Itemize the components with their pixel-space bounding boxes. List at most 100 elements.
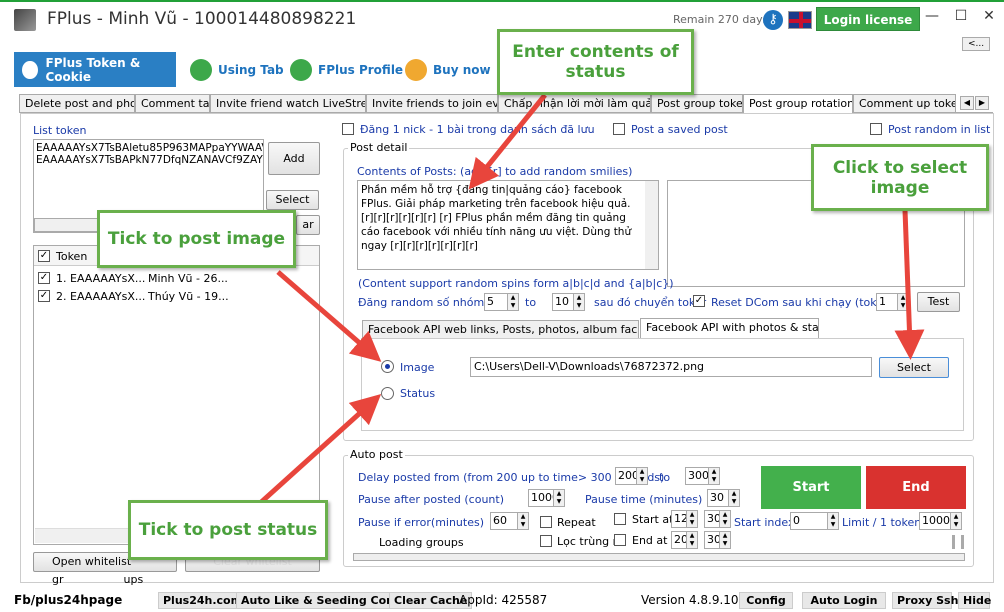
test-button[interactable]: Test: [917, 292, 960, 312]
end-minute-spin[interactable]: ▲ ▼: [719, 531, 731, 549]
pause-error-label: Pause if error(minutes): [358, 516, 485, 529]
row-token: 1. EAAAAAYsX...: [56, 272, 146, 285]
status-radio[interactable]: [381, 387, 394, 400]
hide-button[interactable]: Hide: [958, 592, 991, 609]
tab-api-web-links[interactable]: Facebook API web links, Posts, photos, a…: [362, 320, 639, 339]
start-index-input[interactable]: 0: [790, 512, 828, 530]
end-hour-input[interactable]: 20: [671, 531, 688, 549]
link-icon: [190, 58, 212, 81]
start-hour-spin[interactable]: ▲ ▼: [686, 510, 698, 528]
saved-post-checkbox[interactable]: [613, 123, 625, 135]
fb-page-link[interactable]: Fb/plus24hpage: [14, 593, 122, 607]
maximize-button[interactable]: ☐: [951, 8, 971, 24]
tab-post-group-token[interactable]: Post group token: [651, 94, 743, 113]
tab-comment-tag[interactable]: Comment tag: [135, 94, 210, 113]
to-label: to: [525, 296, 537, 309]
one-nick-checkbox[interactable]: [342, 123, 354, 135]
tab-buy-now[interactable]: Buy now: [399, 52, 497, 87]
end-at-checkbox[interactable]: [614, 534, 626, 546]
tab-scroll-right[interactable]: ▶: [975, 96, 989, 110]
filter-checkbox[interactable]: [540, 535, 552, 547]
pause-error-spin[interactable]: ▲ ▼: [517, 512, 529, 530]
start-minute-spin[interactable]: ▲ ▼: [719, 510, 731, 528]
end-hour-spin[interactable]: ▲ ▼: [686, 531, 698, 549]
row-token: 2. EAAAAAYsX...: [56, 290, 146, 303]
repeat-checkbox[interactable]: [540, 516, 552, 528]
random-list-checkbox[interactable]: [870, 123, 882, 135]
pause-after-spin[interactable]: ▲ ▼: [553, 489, 565, 507]
start-hour-input[interactable]: 12: [671, 510, 688, 528]
reset-value-input[interactable]: 1: [876, 293, 898, 311]
end-at-label: End at: [632, 534, 668, 547]
reset-value-spin[interactable]: ▲ ▼: [897, 293, 909, 311]
tab-comment-up-token[interactable]: Comment up token: [853, 94, 956, 113]
key-icon[interactable]: ⚷: [763, 10, 783, 30]
pause-time-spin[interactable]: ▲ ▼: [728, 489, 740, 507]
end-minute-input[interactable]: 30: [704, 531, 721, 549]
delay-to-spin[interactable]: ▲ ▼: [708, 467, 720, 485]
config-button[interactable]: Config: [739, 592, 793, 609]
tab-post-group-rotational[interactable]: Post group rotational: [743, 94, 853, 114]
select-all-checkbox[interactable]: ✓: [38, 250, 50, 262]
random-to-input[interactable]: 10: [552, 293, 574, 311]
select-token-button[interactable]: Select: [266, 190, 319, 210]
repeat-label: Repeat: [557, 516, 596, 529]
post-detail-title: Post detail: [348, 141, 410, 154]
tab-accept-admin[interactable]: Chấp nhận lời mời làm quản trị: [498, 94, 651, 113]
table-row[interactable]: ✓ 1. EAAAAAYsX... Minh Vũ - 26...: [34, 270, 319, 286]
tab-invite-event[interactable]: Invite friends to join event: [366, 94, 498, 113]
saved-post-label: Post a saved post: [631, 123, 728, 136]
token-line: EAAAAAYsX7TsBAPkN77DfqNZANAVCf9ZAYc: [36, 154, 264, 166]
tab-scroll-left[interactable]: ◀: [960, 96, 974, 110]
site-button[interactable]: Plus24h.com: [158, 592, 248, 609]
delay-from-input[interactable]: 200: [615, 467, 639, 485]
tab-fplus-token[interactable]: FPlus Token & Cookie: [14, 52, 176, 87]
limit-spin[interactable]: ▲ ▼: [950, 512, 962, 530]
callout-enter-contents: Enter contents of status: [497, 29, 694, 95]
pause-after-label: Pause after posted (count): [358, 493, 504, 506]
add-button[interactable]: Add: [268, 142, 320, 175]
pause-error-input[interactable]: 60: [490, 512, 518, 530]
row-checkbox[interactable]: ✓: [38, 272, 50, 284]
tab-using-tab[interactable]: Using Tab: [184, 52, 290, 87]
sub-tabs: Delete post and photo Comment tag Invite…: [19, 94, 993, 114]
start-minute-input[interactable]: 30: [704, 510, 721, 528]
delay-to-input[interactable]: 300: [685, 467, 709, 485]
random-to-spin[interactable]: ▲ ▼: [573, 293, 585, 311]
pause-time-input[interactable]: 30: [707, 489, 729, 507]
auto-login-button[interactable]: Auto Login: [802, 592, 886, 609]
then-label: sau đó chuyển toker: [594, 296, 707, 309]
limit-input[interactable]: 1000: [919, 512, 951, 530]
random-from-spin[interactable]: ▲ ▼: [507, 293, 519, 311]
random-from-input[interactable]: 5: [484, 293, 508, 311]
start-index-spin[interactable]: ▲ ▼: [827, 512, 839, 530]
end-button[interactable]: End: [866, 466, 966, 509]
tab-api-photos-status[interactable]: Facebook API with photos & status: [640, 318, 819, 339]
row-checkbox[interactable]: ✓: [38, 290, 50, 302]
reset-dcom-checkbox[interactable]: ✓: [693, 295, 705, 307]
content-vscroll[interactable]: [645, 181, 658, 269]
tab-invite-livestream[interactable]: Invite friend watch LiveStream: [210, 94, 366, 113]
delay-to-label: to: [659, 471, 671, 484]
table-row[interactable]: ✓ 2. EAAAAAYsX... Thúy Vũ - 19...: [34, 288, 319, 304]
start-button[interactable]: Start: [761, 466, 861, 509]
select-image-button[interactable]: Select: [879, 357, 949, 378]
tab-delete-post[interactable]: Delete post and photo: [19, 94, 135, 113]
login-license-button[interactable]: Login license: [816, 7, 920, 31]
progress-bar: [353, 553, 965, 561]
uk-flag-icon[interactable]: [788, 11, 812, 29]
spin-note: (Content support random spins form a|b|c…: [358, 277, 674, 290]
image-path-input[interactable]: C:\Users\Dell-V\Downloads\76872372.png: [470, 357, 872, 377]
pause-after-input[interactable]: 1000: [528, 489, 554, 507]
tab-fplus-profile[interactable]: FPlus Profile: [284, 52, 409, 87]
close-button[interactable]: ✕: [979, 8, 999, 24]
collapse-button[interactable]: <...: [962, 37, 990, 51]
pause-icon[interactable]: [952, 535, 964, 549]
minimize-button[interactable]: —: [922, 8, 942, 24]
delay-from-spin[interactable]: ▲ ▼: [636, 467, 648, 485]
image-radio[interactable]: [381, 360, 394, 373]
start-at-checkbox[interactable]: [614, 513, 626, 525]
proxy-ssh-button[interactable]: Proxy Ssh: [892, 592, 958, 609]
content-textarea[interactable]: Phần mềm hỗ trợ {đăng tin|quảng cáo} fac…: [357, 180, 659, 270]
clear-token-button[interactable]: ar: [296, 215, 320, 235]
